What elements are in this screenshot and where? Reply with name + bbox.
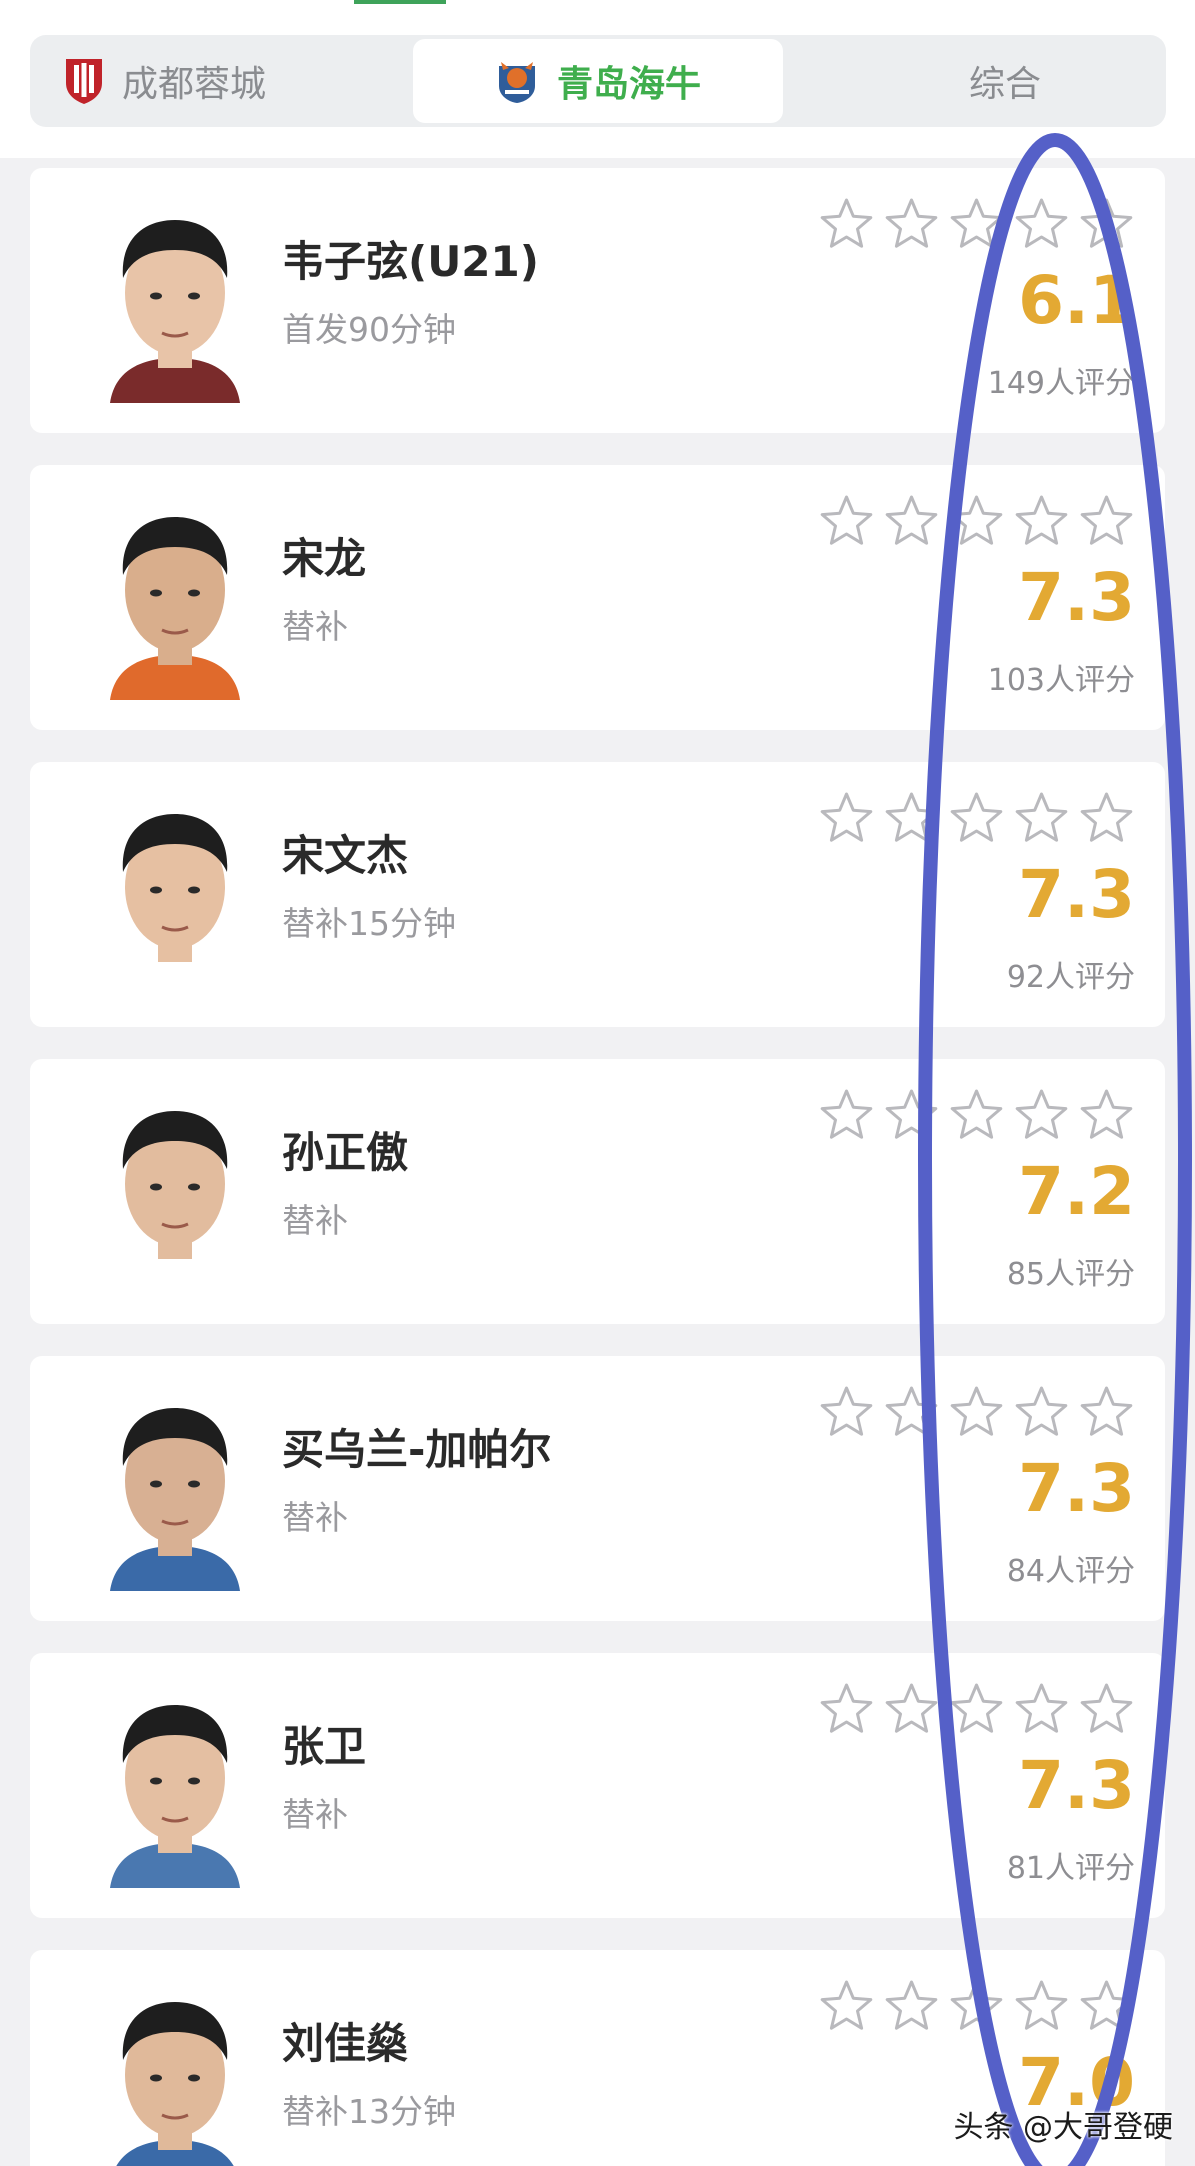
- star-icon[interactable]: [1078, 196, 1135, 253]
- star-icon[interactable]: [948, 790, 1005, 847]
- rating-stars[interactable]: [818, 493, 1135, 550]
- star-icon[interactable]: [948, 493, 1005, 550]
- player-score: 6.1: [1018, 262, 1135, 339]
- star-icon[interactable]: [883, 1384, 940, 1441]
- rating-stars[interactable]: [818, 1681, 1135, 1738]
- star-icon[interactable]: [1078, 493, 1135, 550]
- player-card[interactable]: 韦子弦(U21) 首发90分钟 6.1 149人评分: [30, 168, 1165, 433]
- star-icon[interactable]: [818, 790, 875, 847]
- player-avatar: [90, 495, 260, 700]
- star-icon[interactable]: [1078, 1087, 1135, 1144]
- star-icon[interactable]: [1013, 790, 1070, 847]
- vote-count: 84人评分: [1006, 1554, 1135, 1589]
- player-status: 首发90分钟: [282, 310, 456, 349]
- star-icon[interactable]: [948, 1681, 1005, 1738]
- vote-count: 92人评分: [1006, 960, 1135, 995]
- player-status: 替补: [282, 607, 348, 646]
- player-score: 7.3: [1018, 1450, 1135, 1527]
- player-name: 刘佳燊: [282, 2019, 409, 2068]
- player-avatar: [90, 198, 260, 403]
- player-status: 替补: [282, 1795, 348, 1834]
- star-icon[interactable]: [1013, 1681, 1070, 1738]
- star-icon[interactable]: [883, 196, 940, 253]
- star-icon[interactable]: [948, 1087, 1005, 1144]
- player-card[interactable]: 宋文杰替补15分钟 7.3 92人评分: [30, 762, 1165, 1027]
- player-name: 孙正傲: [282, 1128, 409, 1177]
- star-icon[interactable]: [948, 1978, 1005, 2035]
- rating-stars[interactable]: [818, 196, 1135, 253]
- star-icon[interactable]: [818, 1978, 875, 2035]
- rating-stars[interactable]: [818, 1384, 1135, 1441]
- star-icon[interactable]: [818, 196, 875, 253]
- vote-count: 149人评分: [987, 366, 1135, 401]
- star-icon[interactable]: [883, 493, 940, 550]
- star-icon[interactable]: [818, 1384, 875, 1441]
- player-score: 7.3: [1018, 856, 1135, 933]
- player-name: 买乌兰-加帕尔: [282, 1425, 552, 1474]
- player-status: 替补: [282, 1201, 348, 1240]
- player-avatar: [90, 1980, 260, 2166]
- player-status: 替补13分钟: [282, 2092, 456, 2131]
- player-avatar: [90, 1683, 260, 1888]
- star-icon[interactable]: [1078, 1978, 1135, 2035]
- rating-stars[interactable]: [818, 790, 1135, 847]
- rating-stars[interactable]: [818, 1087, 1135, 1144]
- player-card[interactable]: 孙正傲替补 7.2 85人评分: [30, 1059, 1165, 1324]
- rating-stars[interactable]: [818, 1978, 1135, 2035]
- player-card[interactable]: 宋龙替补 7.3 103人评分: [30, 465, 1165, 730]
- vote-count: 81人评分: [1006, 1851, 1135, 1886]
- player-rating-list: 韦子弦(U21) 首发90分钟 6.1 149人评分 宋龙 替补 7.3 103人评分 宋文杰替…: [0, 0, 1195, 2166]
- star-icon[interactable]: [883, 790, 940, 847]
- player-score: 7.2: [1018, 1153, 1135, 1230]
- player-name: 韦子弦(U21): [282, 237, 539, 286]
- star-icon[interactable]: [883, 1978, 940, 2035]
- player-status: 替补: [282, 1498, 348, 1537]
- vote-count: 85人评分: [1006, 1257, 1135, 1292]
- star-icon[interactable]: [1013, 1978, 1070, 2035]
- star-icon[interactable]: [818, 493, 875, 550]
- star-icon[interactable]: [1013, 493, 1070, 550]
- player-score: 7.3: [1018, 559, 1135, 636]
- player-card[interactable]: 张卫替补 7.3 81人评分: [30, 1653, 1165, 1918]
- star-icon[interactable]: [1078, 1681, 1135, 1738]
- player-name: 张卫: [282, 1722, 367, 1771]
- star-icon[interactable]: [818, 1087, 875, 1144]
- star-icon[interactable]: [948, 1384, 1005, 1441]
- star-icon[interactable]: [883, 1681, 940, 1738]
- star-icon[interactable]: [1013, 1384, 1070, 1441]
- vote-count: 103人评分: [987, 663, 1135, 698]
- star-icon[interactable]: [1013, 1087, 1070, 1144]
- player-name: 宋龙: [282, 534, 367, 583]
- player-status: 替补15分钟: [282, 904, 456, 943]
- player-avatar: [90, 1089, 260, 1294]
- star-icon[interactable]: [1013, 196, 1070, 253]
- screen: 成都蓉城 青岛海牛 综合 韦子弦(U21) 首发90分钟 6.1 149人评分 宋龙 替补…: [0, 0, 1195, 2166]
- player-avatar: [90, 792, 260, 997]
- star-icon[interactable]: [1078, 790, 1135, 847]
- star-icon[interactable]: [1078, 1384, 1135, 1441]
- star-icon[interactable]: [818, 1681, 875, 1738]
- player-card[interactable]: 买乌兰-加帕尔替补 7.3 84人评分: [30, 1356, 1165, 1621]
- star-icon[interactable]: [883, 1087, 940, 1144]
- player-score: 7.3: [1018, 1747, 1135, 1824]
- player-avatar: [90, 1386, 260, 1591]
- player-name: 宋文杰: [282, 831, 409, 880]
- watermark: 头条 @大哥登硬: [953, 2110, 1173, 2145]
- star-icon[interactable]: [948, 196, 1005, 253]
